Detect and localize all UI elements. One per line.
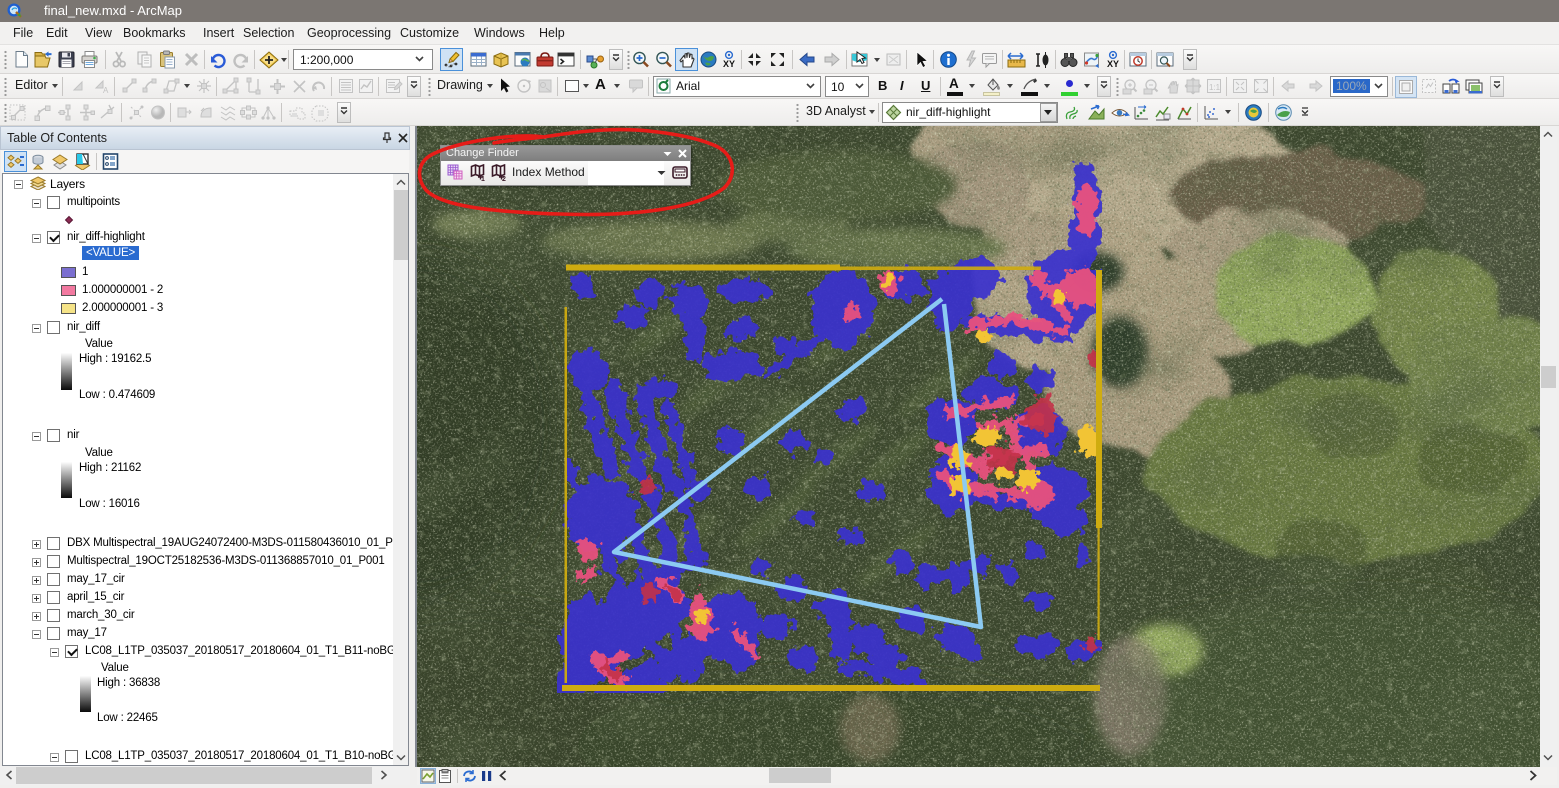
svg-text:XY: XY [723,59,735,69]
svg-text:1:1: 1:1 [1209,83,1221,92]
svg-text:XY: XY [1107,59,1119,69]
svg-text:2: 2 [502,176,506,181]
svg-text:1: 1 [481,176,485,181]
svg-text:A: A [103,86,109,95]
